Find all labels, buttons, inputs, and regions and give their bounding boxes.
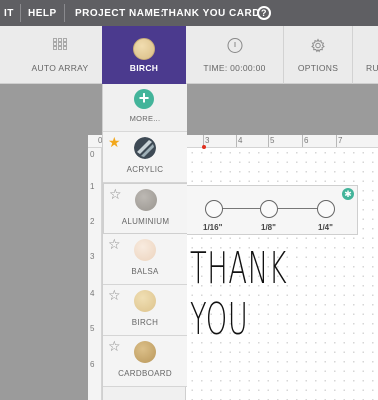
thickness-label: 1/8": [261, 223, 276, 232]
cardboard-swatch-icon: [134, 341, 156, 363]
settings-badge-icon[interactable]: ✱: [342, 188, 354, 200]
ruler-number: 3: [90, 252, 95, 261]
ruler-number: 2: [90, 217, 95, 226]
ruler-number: 0: [90, 150, 95, 159]
thickness-label: 1/4": [318, 223, 333, 232]
favorite-star-icon[interactable]: ☆: [108, 338, 121, 355]
ruler-number: 5: [90, 324, 95, 333]
thickness-selector: 1/16" 1/8" 1/4" ✱: [186, 185, 358, 235]
gear-icon: [311, 38, 325, 53]
menu-divider: [64, 4, 65, 22]
material-label: BIRCH: [129, 63, 159, 73]
ruler-number: 4: [90, 289, 95, 298]
material-option-birch[interactable]: ☆ BIRCH: [103, 285, 187, 336]
origin-marker: [202, 145, 206, 149]
menu-divider: [20, 4, 21, 22]
birch-swatch-icon: [133, 38, 155, 60]
more-label: MORE...: [129, 114, 161, 123]
ruler-tick: [336, 135, 337, 147]
auto-array-button[interactable]: AUTO ARRAY: [18, 26, 102, 84]
ruler-number: 7: [338, 136, 343, 145]
material-option-balsa[interactable]: ☆ BALSA: [103, 234, 187, 285]
project-name-label: PROJECT NAME:: [75, 8, 165, 19]
help-icon[interactable]: ?: [257, 6, 271, 20]
material-label: CARDBOARD: [118, 369, 172, 378]
material-label: BIRCH: [131, 318, 159, 327]
material-label: BALSA: [131, 267, 159, 276]
options-label: OPTIONS: [297, 63, 339, 73]
favorite-star-icon[interactable]: ☆: [108, 236, 121, 253]
thickness-option-1-16[interactable]: [205, 200, 223, 218]
project-name-value[interactable]: THANK YOU CARD: [162, 8, 260, 19]
time-display: TIME: 00:00:00: [186, 26, 283, 84]
run-button[interactable]: RU: [353, 26, 378, 84]
ruler-tick: [236, 135, 237, 147]
thickness-track: [278, 208, 318, 209]
ruler-left: 0 1 2 3 4 5 6: [88, 148, 102, 400]
time-label: TIME: 00:00:00: [203, 63, 266, 73]
run-label: RU: [366, 63, 378, 73]
options-button[interactable]: OPTIONS: [284, 26, 352, 84]
thickness-label: 1/16": [203, 223, 223, 232]
balsa-swatch-icon: [134, 239, 156, 261]
material-option-cardboard[interactable]: ☆ CARDBOARD: [103, 336, 187, 387]
menu-item-edit[interactable]: IT: [4, 8, 14, 19]
material-label: ACRYLIC: [126, 165, 164, 174]
thickness-option-1-4[interactable]: [317, 200, 335, 218]
more-materials-button[interactable]: + MORE...: [103, 84, 187, 132]
menu-item-help[interactable]: HELP: [28, 8, 57, 19]
ruler-number: 3: [205, 136, 210, 145]
clock-icon: [227, 38, 242, 53]
ruler-number: 6: [304, 136, 309, 145]
favorite-star-icon[interactable]: ☆: [108, 287, 121, 304]
material-button[interactable]: BIRCH: [102, 26, 186, 84]
canvas-text-object[interactable]: THANK YOU: [190, 243, 307, 345]
material-option-aluminium[interactable]: ☆ ALUMINIUM: [103, 183, 187, 234]
ruler-number: 5: [270, 136, 275, 145]
favorite-star-icon[interactable]: ★: [108, 134, 121, 151]
favorite-star-icon[interactable]: ☆: [109, 186, 122, 203]
thickness-track: [217, 208, 260, 209]
material-option-acrylic[interactable]: ★ ACRYLIC: [103, 132, 187, 183]
plus-icon: +: [134, 89, 154, 109]
auto-array-label: AUTO ARRAY: [31, 63, 89, 73]
grid-icon: [53, 38, 67, 50]
menu-bar: IT HELP PROJECT NAME: THANK YOU CARD ?: [0, 0, 378, 26]
thickness-option-1-8[interactable]: [260, 200, 278, 218]
ruler-number: 1: [90, 182, 95, 191]
ruler-tick: [268, 135, 269, 147]
acrylic-swatch-icon: [134, 137, 156, 159]
birch-swatch-icon: [134, 290, 156, 312]
ruler-number: 4: [238, 136, 243, 145]
ruler-tick: [302, 135, 303, 147]
ruler-number: 6: [90, 360, 95, 369]
material-dropdown: + MORE... ★ ACRYLIC ☆ ALUMINIUM ☆ BALSA …: [102, 84, 187, 400]
aluminium-swatch-icon: [135, 189, 157, 211]
toolbar: AUTO ARRAY BIRCH TIME: 00:00:00 OPTIONS …: [0, 26, 378, 84]
material-label: ALUMINIUM: [121, 217, 170, 226]
